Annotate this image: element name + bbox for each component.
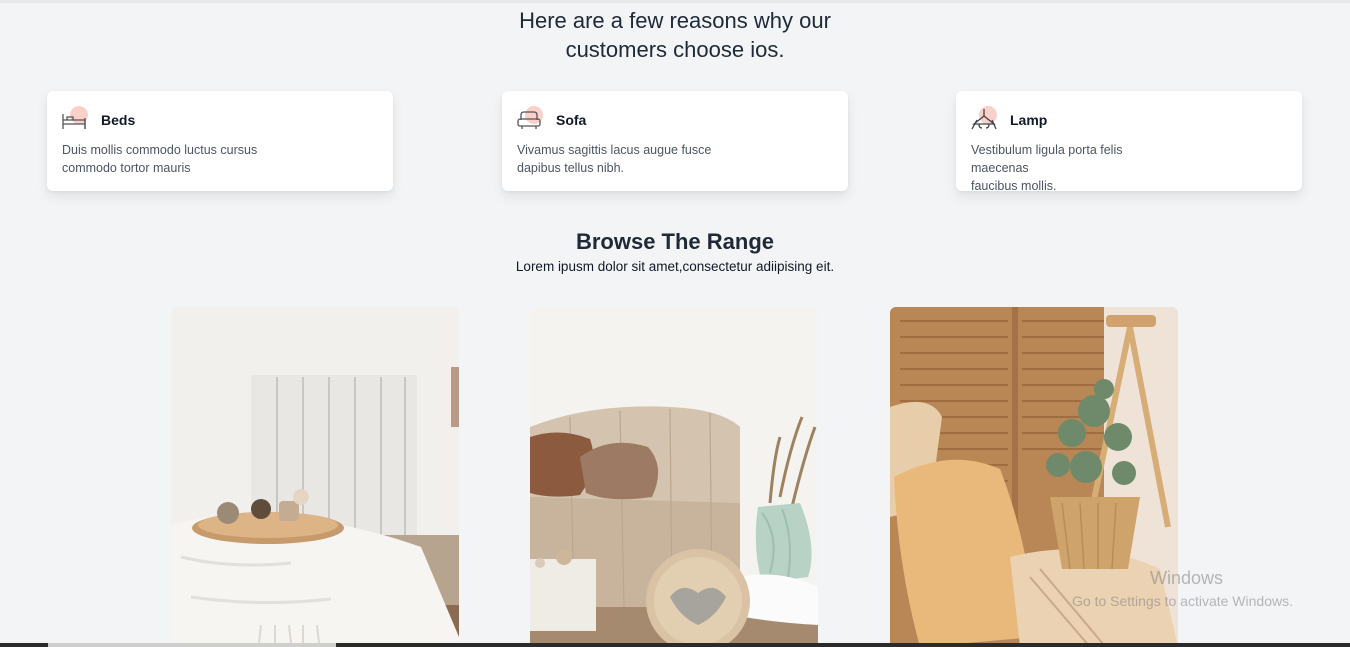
browse-range-subtitle: Lorem ipusm dolor sit amet,consectetur a… [515,259,835,274]
lamp-icon [970,106,998,132]
feature-description: Vestibulum ligula porta felis maecenas f… [971,141,1181,195]
range-photo-dining[interactable] [171,307,459,647]
feature-description-line: Vestibulum ligula porta felis maecenas [971,143,1123,175]
range-photo-living[interactable] [530,307,818,647]
browse-range-heading: Browse The Range [575,229,775,254]
feature-title: Sofa [556,112,587,128]
feature-title: Lamp [1010,112,1048,128]
feature-description-line: dapibus tellus nibh. [517,161,625,175]
feature-card-lamp: Lamp Vestibulum ligula porta felis maece… [956,91,1302,193]
feature-description-line: faucibus mollis. [971,179,1057,193]
feature-description: Duis mollis commodo luctus cursus commod… [62,141,272,177]
feature-card-beds: Beds Duis mollis commodo luctus cursus c… [47,91,393,191]
reasons-heading: Here are a few reasons why our customers… [0,6,1350,64]
bed-icon [61,106,89,132]
reasons-heading-line1: Here are a few reasons why our [519,8,831,33]
feature-description: Vivamus sagittis lacus augue fusce dapib… [517,141,727,177]
top-divider [0,0,1350,3]
windows-activation-title: Windows [1150,568,1224,588]
feature-description-line: Vivamus sagittis lacus augue fusce [517,143,712,157]
feature-card-header: Sofa [516,106,587,132]
feature-card-sofa: Sofa Vivamus sagittis lacus augue fusce … [502,91,848,191]
windows-activation-message: Go to Settings to activate Windows. [1072,593,1293,609]
horizontal-scrollbar-thumb[interactable] [48,643,336,647]
sofa-icon [516,106,544,132]
feature-card-header: Lamp [970,106,1048,132]
feature-description-line: commodo tortor mauris [62,161,191,175]
feature-description-line: Duis mollis commodo luctus cursus [62,143,258,157]
feature-title: Beds [101,112,136,128]
feature-card-header: Beds [61,106,136,132]
reasons-heading-line2: customers choose ios. [565,37,785,62]
